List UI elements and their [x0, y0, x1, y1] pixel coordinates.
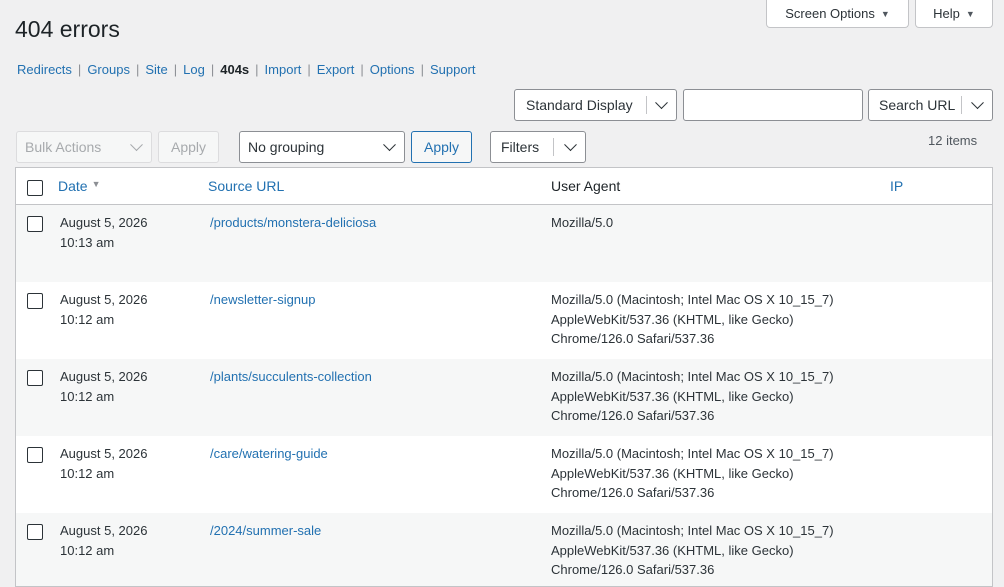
- caret-down-icon: ▼: [880, 8, 890, 19]
- nav-link-404s[interactable]: 404s: [220, 62, 249, 77]
- row-checkbox[interactable]: [27, 216, 43, 232]
- row-checkbox[interactable]: [27, 524, 43, 540]
- row-source-url[interactable]: /2024/summer-sale: [210, 521, 321, 541]
- caret-down-icon: ▼: [965, 8, 975, 19]
- nav-link-export[interactable]: Export: [317, 62, 355, 77]
- row-user-agent: Mozilla/5.0 (Macintosh; Intel Mac OS X 1…: [551, 523, 834, 577]
- row-source-url[interactable]: /plants/succulents-collection: [210, 367, 372, 387]
- row-date: August 5, 2026 10:12 am: [60, 290, 190, 329]
- nav-link-import[interactable]: Import: [265, 62, 302, 77]
- help-button[interactable]: Help ▼: [915, 0, 993, 28]
- column-date-label: Date: [58, 178, 88, 194]
- nav-separator: |: [135, 62, 140, 77]
- nav-link-options[interactable]: Options: [370, 62, 415, 77]
- chevron-down-icon: [130, 138, 143, 152]
- row-source-url[interactable]: /newsletter-signup: [210, 290, 316, 310]
- column-user-agent: User Agent: [551, 178, 621, 194]
- row-checkbox[interactable]: [27, 293, 43, 309]
- filters-button[interactable]: Filters: [490, 131, 586, 163]
- select-all-checkbox[interactable]: [27, 180, 43, 196]
- search-url-label: Search URL: [879, 97, 956, 113]
- errors-table: Date ▼ Source URL User Agent IP August 5,…: [15, 167, 993, 587]
- page-title: 404 errors: [15, 16, 120, 42]
- divider: [553, 138, 554, 156]
- display-mode-value: Standard Display: [526, 97, 633, 113]
- table-body: August 5, 2026 10:13 am/products/monstera…: [16, 205, 992, 586]
- column-date[interactable]: Date ▼: [58, 178, 101, 194]
- sort-desc-icon: ▼: [91, 179, 101, 189]
- row-date-day: August 5, 2026: [60, 369, 148, 384]
- nav-link-site[interactable]: Site: [145, 62, 167, 77]
- nav-link-groups[interactable]: Groups: [87, 62, 130, 77]
- table-row: August 5, 2026 10:13 am/products/monstera…: [16, 205, 992, 282]
- nav-link-log[interactable]: Log: [183, 62, 205, 77]
- row-source-url[interactable]: /care/watering-guide: [210, 444, 328, 464]
- row-date-day: August 5, 2026: [60, 523, 148, 538]
- table-header: Date ▼ Source URL User Agent IP: [16, 168, 992, 205]
- screen-options-button[interactable]: Screen Options ▼: [766, 0, 909, 28]
- chevron-down-icon: [564, 138, 577, 152]
- table-row: August 5, 2026 10:12 am/plants/succulents…: [16, 359, 992, 436]
- nav-separator: |: [420, 62, 424, 77]
- row-date: August 5, 2026 10:12 am: [60, 367, 190, 406]
- row-date-day: August 5, 2026: [60, 292, 148, 307]
- divider: [646, 96, 647, 114]
- bulk-actions-select[interactable]: Bulk Actions: [16, 131, 152, 163]
- row-user-agent: Mozilla/5.0 (Macintosh; Intel Mac OS X 1…: [551, 292, 834, 346]
- row-date-time: 10:12 am: [60, 388, 115, 404]
- chevron-down-icon: [655, 96, 668, 110]
- nav-separator: |: [307, 62, 311, 77]
- table-row: August 5, 2026 10:12 am/newsletter-signup…: [16, 282, 992, 359]
- row-user-agent: Mozilla/5.0: [551, 215, 614, 230]
- chevron-down-icon: [971, 96, 984, 110]
- nav-separator: |: [210, 62, 215, 77]
- row-date: August 5, 2026 10:12 am: [60, 521, 190, 560]
- row-date-day: August 5, 2026: [60, 446, 148, 461]
- search-input[interactable]: [683, 89, 863, 121]
- row-date-time: 10:13 am: [60, 234, 115, 250]
- row-checkbox[interactable]: [27, 447, 43, 463]
- search-url-button[interactable]: Search URL: [868, 89, 993, 121]
- nav-link-redirects[interactable]: Redirects: [17, 62, 72, 77]
- row-date-time: 10:12 am: [60, 311, 115, 327]
- subnav: Redirects | Groups | Site | Log | 404s | Import | Ex…: [17, 62, 476, 77]
- row-date-time: 10:12 am: [60, 465, 115, 481]
- row-user-agent: Mozilla/5.0 (Macintosh; Intel Mac OS X 1…: [551, 369, 834, 423]
- row-date-time: 10:12 am: [60, 542, 115, 558]
- table-row: August 5, 2026 10:12 am/care/watering-gui…: [16, 436, 992, 513]
- chevron-down-icon: [383, 138, 396, 152]
- screen-options-label: Screen Options: [785, 6, 875, 21]
- item-count: 12 items: [928, 133, 978, 148]
- row-user-agent: Mozilla/5.0 (Macintosh; Intel Mac OS X 1…: [551, 446, 834, 500]
- nav-separator: |: [360, 62, 364, 77]
- help-label: Help: [933, 6, 960, 21]
- grouping-apply-button[interactable]: Apply: [411, 131, 472, 163]
- grouping-value: No grouping: [248, 139, 325, 155]
- row-checkbox[interactable]: [27, 370, 43, 386]
- bulk-actions-value: Bulk Actions: [25, 139, 102, 155]
- grouping-select[interactable]: No grouping: [239, 131, 405, 163]
- nav-separator: |: [77, 62, 82, 77]
- nav-link-support[interactable]: Support: [430, 62, 476, 77]
- nav-separator: |: [173, 62, 178, 77]
- row-date: August 5, 2026 10:13 am: [60, 213, 190, 252]
- nav-separator: |: [255, 62, 259, 77]
- column-ip[interactable]: IP: [890, 178, 903, 194]
- row-date-day: August 5, 2026: [60, 215, 148, 230]
- filters-label: Filters: [501, 139, 540, 155]
- column-source-url[interactable]: Source URL: [208, 178, 284, 194]
- bulk-apply-button[interactable]: Apply: [158, 131, 219, 163]
- display-mode-select[interactable]: Standard Display: [514, 89, 677, 121]
- table-row: August 5, 2026 10:12 am/2024/summer-sale M…: [16, 513, 992, 586]
- row-date: August 5, 2026 10:12 am: [60, 444, 190, 483]
- divider: [961, 96, 962, 114]
- row-source-url[interactable]: /products/monstera-deliciosa: [210, 213, 376, 233]
